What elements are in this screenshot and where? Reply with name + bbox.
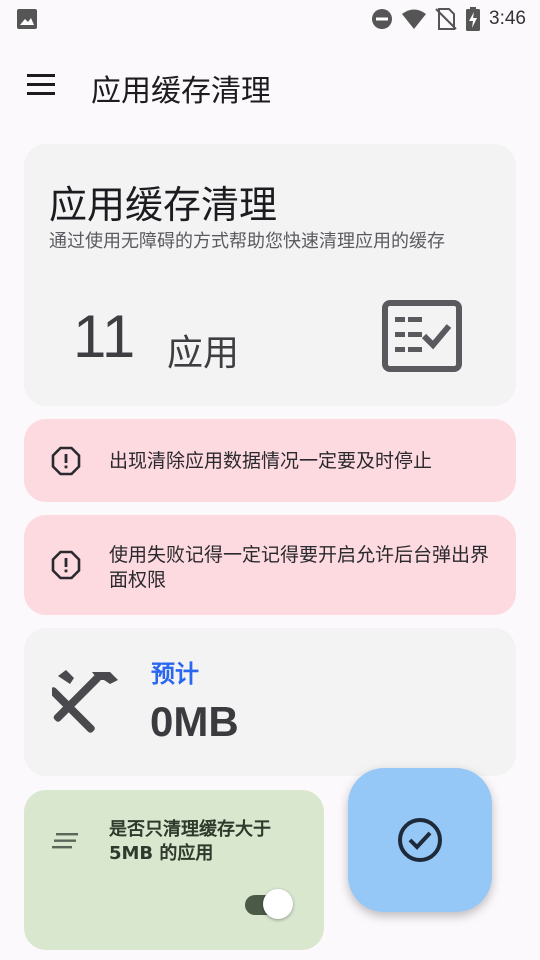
app-bar: 应用缓存清理 [0, 50, 540, 120]
alert-octagon-icon [51, 550, 81, 580]
summary-card: 应用缓存清理 通过使用无障碍的方式帮助您快速清理应用的缓存 11 应用 [24, 144, 516, 406]
no-sim-icon [435, 8, 457, 30]
cache-size-filter-toggle[interactable] [243, 886, 297, 922]
start-clean-fab[interactable] [348, 768, 492, 912]
lines-icon [52, 833, 78, 849]
summary-description: 通过使用无障碍的方式帮助您快速清理应用的缓存 [49, 231, 445, 252]
warning-card-data-clear: 出现清除应用数据情况一定要及时停止 [24, 419, 516, 502]
status-time: 3:46 [489, 8, 526, 29]
status-left [16, 8, 38, 30]
status-right: 3:46 [371, 7, 526, 31]
alert-octagon-icon [51, 446, 81, 476]
checklist-icon [382, 300, 462, 372]
battery-charging-icon [466, 7, 481, 31]
check-circle-icon [398, 818, 442, 862]
gallery-icon [17, 9, 37, 29]
app-count: 11 [73, 303, 136, 370]
do-not-disturb-icon [372, 9, 393, 29]
hamburger-menu-icon[interactable] [26, 72, 58, 98]
toggle-thumb [263, 889, 293, 919]
app-bar-title: 应用缓存清理 [91, 74, 271, 109]
warning-text: 出现清除应用数据情况一定要及时停止 [109, 450, 433, 472]
tools-icon [52, 670, 118, 733]
warning-card-background-permission: 使用失败记得一定记得要开启允许后台弹出界面权限 [24, 515, 516, 615]
wifi-icon [402, 9, 427, 29]
warning-text: 使用失败记得一定记得要开启允许后台弹出界面权限 [109, 544, 490, 591]
estimate-value: 0MB [150, 698, 239, 745]
cache-size-filter-label: 是否只清理缓存大于 5MB 的应用 [109, 819, 271, 864]
estimate-label: 预计 [151, 660, 199, 688]
estimate-card: 预计 0MB [24, 628, 516, 776]
app-count-unit: 应用 [167, 333, 240, 374]
cache-size-filter-card: 是否只清理缓存大于 5MB 的应用 [24, 790, 324, 950]
summary-title: 应用缓存清理 [49, 183, 278, 227]
status-bar: 3:46 [0, 0, 540, 38]
